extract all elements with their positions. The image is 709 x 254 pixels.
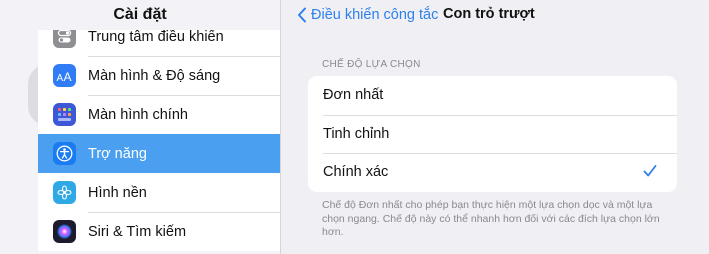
wallpaper-icon	[53, 181, 76, 204]
display-brightness-icon: A A	[53, 64, 76, 87]
checkmark-icon	[643, 165, 657, 177]
sidebar-title: Cài đặt	[0, 0, 280, 30]
navigation-bar: Điều khiển công tắc Con trỏ trượt	[281, 0, 709, 30]
settings-list: Trung tâm điều khiển A A Màn hình & Độ s…	[38, 17, 280, 251]
footer-note: Chế độ Đơn nhất cho phép bạn thực hiện m…	[322, 199, 660, 238]
back-button-label: Điều khiển công tắc	[311, 7, 439, 23]
option-label: Tinh chỉnh	[323, 125, 390, 142]
sidebar-item-wallpaper[interactable]: Hình nền	[38, 173, 280, 212]
section-header: CHẾ ĐỘ LỰA CHỌN	[322, 59, 421, 70]
settings-screen: Trung tâm điều khiển A A Màn hình & Độ s…	[0, 0, 709, 254]
sidebar-item-home-screen[interactable]: Màn hình chính	[38, 95, 280, 134]
option-refined[interactable]: Tinh chỉnh	[308, 114, 677, 154]
detail-pane: Điều khiển công tắc Con trỏ trượt CHẾ ĐỘ…	[281, 0, 709, 254]
settings-sidebar: Trung tâm điều khiển A A Màn hình & Độ s…	[0, 0, 281, 254]
sidebar-item-label: Trung tâm điều khiển	[88, 28, 224, 45]
sidebar-item-accessibility[interactable]: Trợ năng	[38, 134, 280, 173]
accessibility-icon	[53, 142, 76, 165]
option-precise[interactable]: Chính xác	[308, 153, 677, 192]
sidebar-item-label: Màn hình chính	[88, 106, 188, 123]
chevron-left-icon	[298, 7, 306, 23]
svg-text:A: A	[57, 73, 64, 82]
sidebar-item-siri-search[interactable]: Siri & Tìm kiếm	[38, 212, 280, 251]
svg-text:A: A	[64, 70, 72, 82]
sidebar-item-label: Màn hình & Độ sáng	[88, 67, 221, 84]
back-button[interactable]: Điều khiển công tắc	[297, 5, 438, 25]
sidebar-item-display-brightness[interactable]: A A Màn hình & Độ sáng	[38, 56, 280, 95]
sidebar-item-label: Siri & Tìm kiếm	[88, 223, 187, 240]
option-label: Đơn nhất	[323, 87, 384, 104]
option-label: Chính xác	[323, 164, 389, 181]
sidebar-item-label: Hình nền	[88, 184, 147, 201]
selection-mode-group: Đơn nhất Tinh chỉnh Chính xác	[308, 76, 677, 192]
siri-icon	[53, 220, 76, 243]
home-screen-icon	[53, 103, 76, 126]
option-single[interactable]: Đơn nhất	[308, 76, 677, 115]
page-title: Con trỏ trượt	[443, 6, 535, 22]
sidebar-item-label: Trợ năng	[88, 145, 147, 162]
